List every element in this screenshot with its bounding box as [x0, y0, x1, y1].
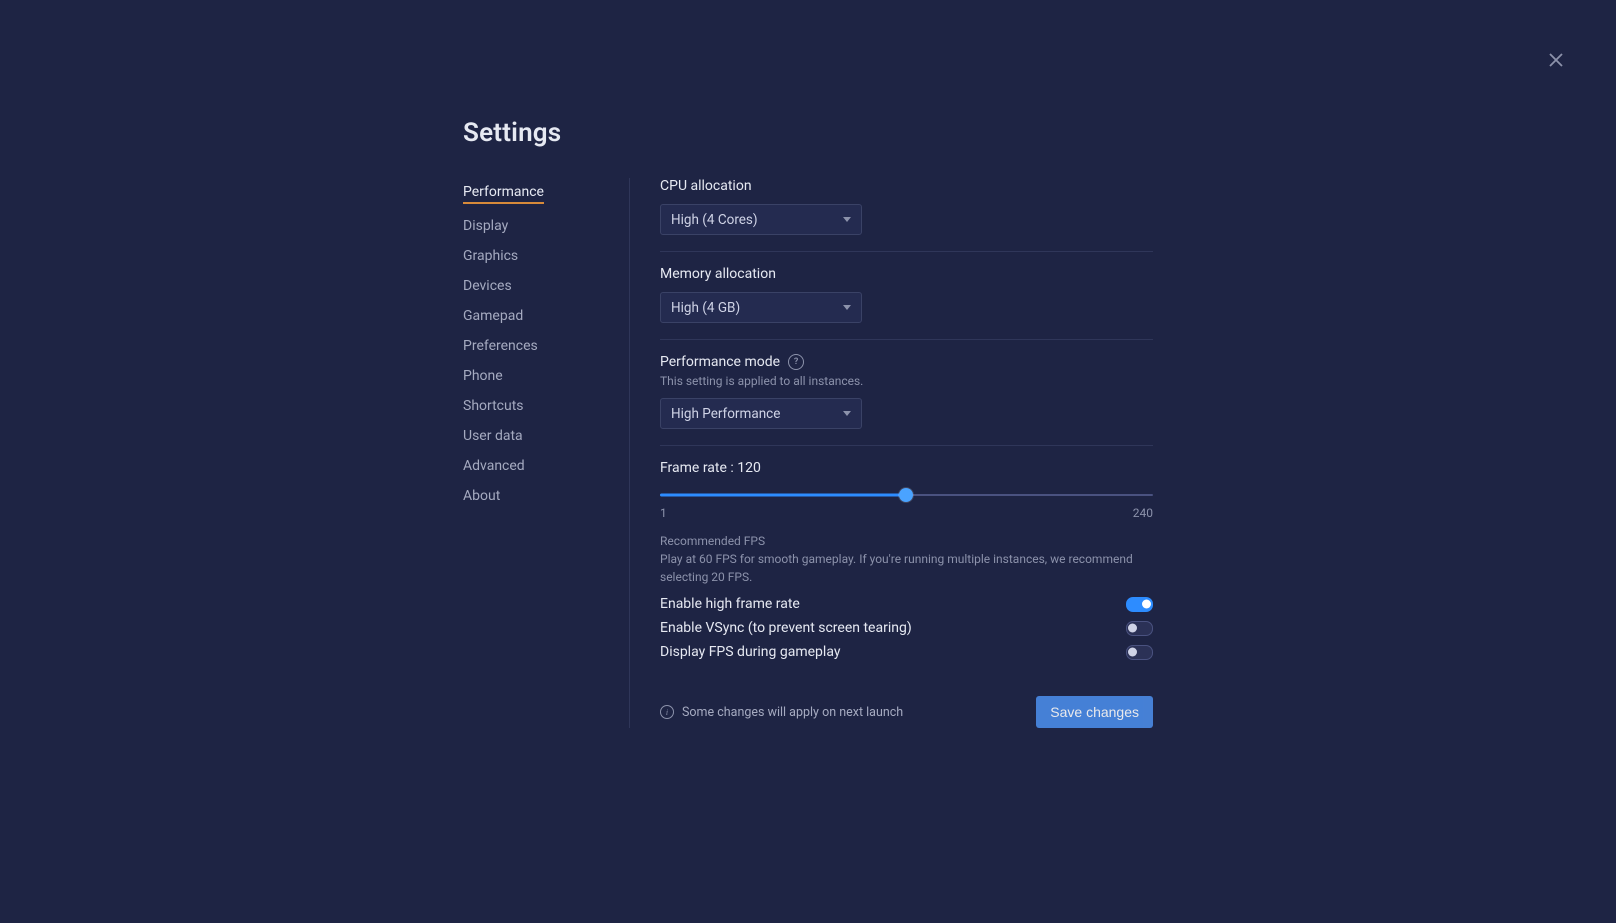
slider-min-max: 1 240 — [660, 506, 1153, 520]
slider-max: 240 — [1133, 506, 1153, 520]
content-wrap: Settings Performance Display Graphics De… — [463, 0, 1153, 788]
perf-mode-section: Performance mode ? This setting is appli… — [660, 354, 1153, 446]
memory-section: Memory allocation High (4 GB) — [660, 266, 1153, 340]
sidebar-item-display[interactable]: Display — [463, 218, 508, 234]
sidebar-item-shortcuts[interactable]: Shortcuts — [463, 398, 524, 414]
toggle-knob — [1128, 624, 1137, 633]
sidebar-item-devices[interactable]: Devices — [463, 278, 512, 294]
caret-down-icon — [843, 217, 851, 222]
toggle-display-fps-row: Display FPS during gameplay — [660, 644, 1153, 660]
sidebar-item-about[interactable]: About — [463, 488, 500, 504]
slider-min: 1 — [660, 506, 667, 520]
footer-note: Some changes will apply on next launch — [682, 705, 903, 720]
frame-rate-value: 120 — [737, 460, 761, 476]
toggle-high-frame-label: Enable high frame rate — [660, 596, 800, 612]
slider-fill — [660, 494, 906, 497]
recommended-block: Recommended FPS Play at 60 FPS for smoot… — [660, 534, 1153, 586]
toggle-display-fps-label: Display FPS during gameplay — [660, 644, 840, 660]
toggle-high-frame[interactable] — [1126, 597, 1153, 612]
frame-rate-slider[interactable] — [660, 488, 1153, 502]
sidebar-item-performance[interactable]: Performance — [463, 184, 544, 204]
toggle-vsync-label: Enable VSync (to prevent screen tearing) — [660, 620, 912, 636]
caret-down-icon — [843, 411, 851, 416]
perf-mode-label-row: Performance mode ? — [660, 354, 1153, 370]
main-panel: CPU allocation High (4 Cores) Memory all… — [630, 178, 1153, 728]
sidebar-item-advanced[interactable]: Advanced — [463, 458, 525, 474]
toggle-high-frame-row: Enable high frame rate — [660, 596, 1153, 612]
sidebar-item-graphics[interactable]: Graphics — [463, 248, 518, 264]
info-icon: i — [660, 705, 674, 719]
sidebar-item-gamepad[interactable]: Gamepad — [463, 308, 523, 324]
close-icon — [1549, 53, 1563, 67]
columns: Performance Display Graphics Devices Gam… — [463, 178, 1153, 728]
perf-mode-select[interactable]: High Performance — [660, 398, 862, 429]
toggle-knob — [1142, 600, 1151, 609]
cpu-label: CPU allocation — [660, 178, 1153, 194]
close-button[interactable] — [1544, 48, 1568, 72]
sidebar-item-user-data[interactable]: User data — [463, 428, 523, 444]
memory-select[interactable]: High (4 GB) — [660, 292, 862, 323]
sidebar: Performance Display Graphics Devices Gam… — [463, 178, 630, 728]
toggle-display-fps[interactable] — [1126, 645, 1153, 660]
cpu-select[interactable]: High (4 Cores) — [660, 204, 862, 235]
cpu-section: CPU allocation High (4 Cores) — [660, 178, 1153, 252]
perf-mode-note: This setting is applied to all instances… — [660, 374, 1153, 388]
memory-select-value: High (4 GB) — [671, 300, 740, 316]
toggle-knob — [1128, 648, 1137, 657]
recommended-title: Recommended FPS — [660, 534, 1153, 548]
footer-note-row: i Some changes will apply on next launch — [660, 705, 903, 720]
recommended-text: Play at 60 FPS for smooth gameplay. If y… — [660, 550, 1153, 586]
frame-rate-section: Frame rate : 120 1 240 Recommended FPS P… — [660, 460, 1153, 660]
slider-thumb[interactable] — [899, 488, 913, 502]
perf-mode-label: Performance mode — [660, 354, 780, 370]
page-title: Settings — [463, 118, 1153, 148]
toggle-vsync-row: Enable VSync (to prevent screen tearing) — [660, 620, 1153, 636]
help-icon[interactable]: ? — [788, 354, 804, 370]
footer: i Some changes will apply on next launch… — [660, 696, 1153, 728]
memory-label: Memory allocation — [660, 266, 1153, 282]
toggle-vsync[interactable] — [1126, 621, 1153, 636]
sidebar-item-preferences[interactable]: Preferences — [463, 338, 538, 354]
sidebar-item-phone[interactable]: Phone — [463, 368, 503, 384]
frame-rate-label: Frame rate : 120 — [660, 460, 1153, 476]
perf-mode-select-value: High Performance — [671, 406, 780, 422]
save-button[interactable]: Save changes — [1036, 696, 1153, 728]
cpu-select-value: High (4 Cores) — [671, 212, 758, 228]
caret-down-icon — [843, 305, 851, 310]
settings-page: Settings Performance Display Graphics De… — [0, 0, 1616, 923]
